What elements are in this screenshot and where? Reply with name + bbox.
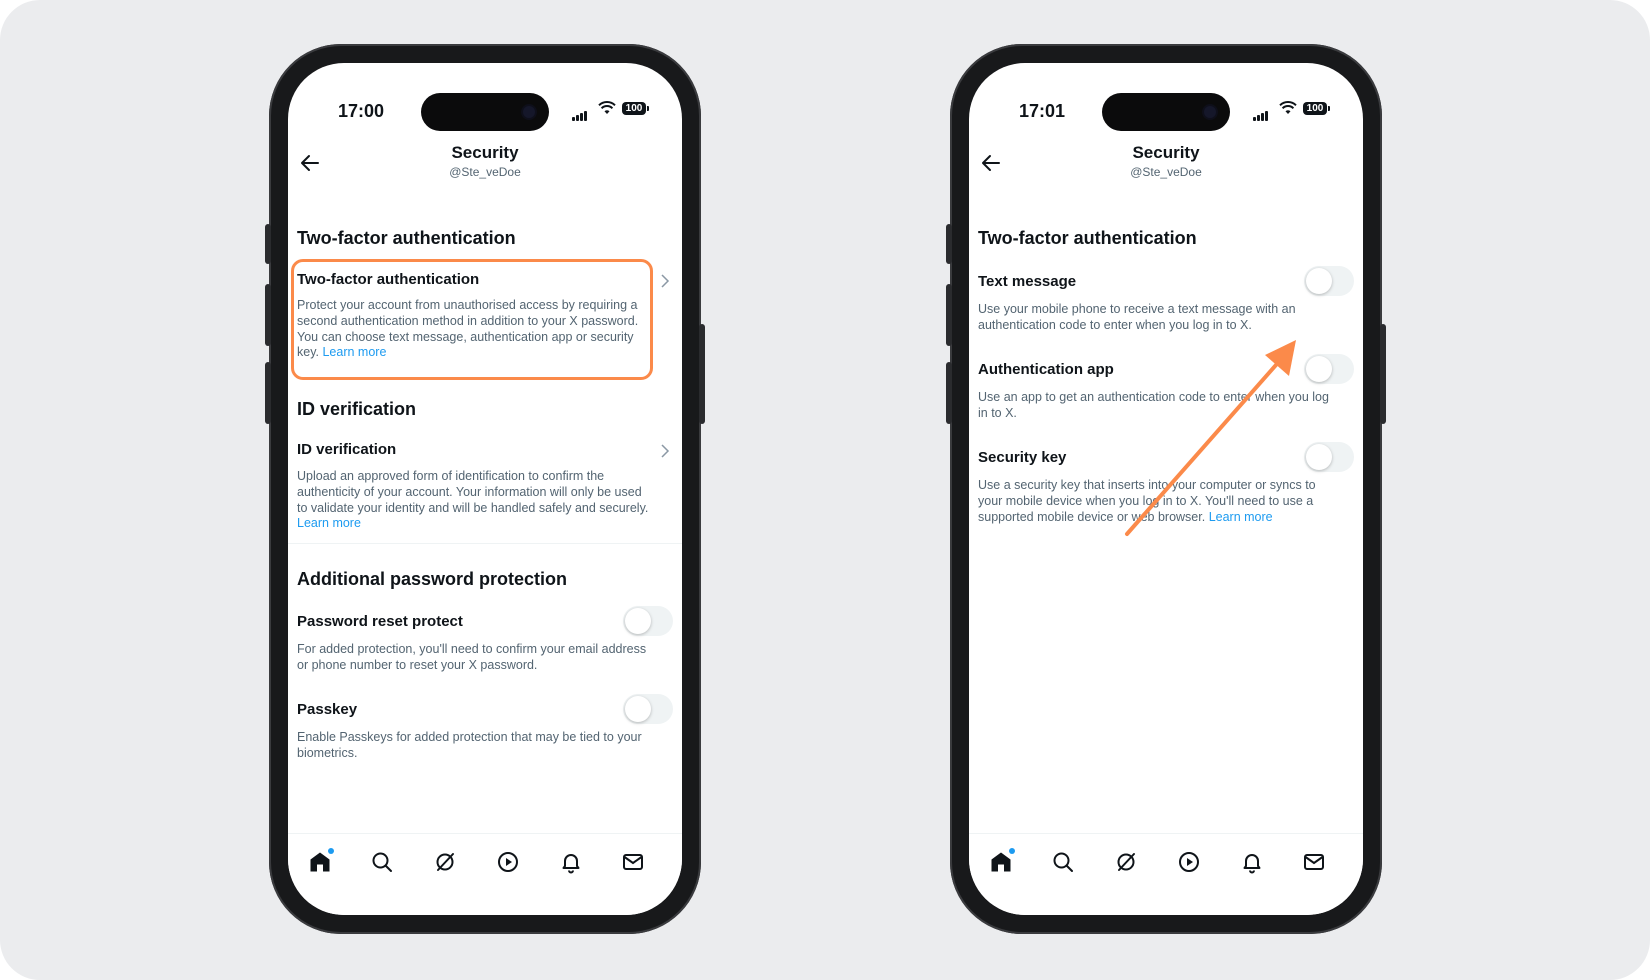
wifi-icon — [598, 101, 616, 114]
search-icon[interactable] — [1049, 848, 1077, 876]
passkey-description: Enable Passkeys for added protection tha… — [297, 730, 642, 760]
authentication-app-toggle[interactable] — [1304, 354, 1354, 384]
account-handle: @Ste_veDoe — [1130, 165, 1202, 179]
bottom-tab-bar — [288, 833, 682, 915]
id-verification-item-title: ID verification — [297, 441, 397, 458]
chevron-right-icon — [661, 274, 670, 288]
page-header: Security @Ste_veDoe — [288, 141, 682, 191]
messages-icon[interactable] — [619, 848, 647, 876]
video-icon[interactable] — [494, 848, 522, 876]
signal-icon — [1253, 103, 1269, 121]
chevron-right-icon — [661, 444, 670, 458]
messages-icon[interactable] — [1300, 848, 1328, 876]
annotation-highlight-box — [291, 259, 653, 380]
home-icon[interactable] — [987, 848, 1015, 876]
notifications-icon[interactable] — [1238, 848, 1266, 876]
screen-right: 17:01 100 Security @Ste_veDoe Two-factor… — [969, 63, 1363, 915]
signal-icon — [572, 103, 588, 121]
section-heading-password-protection: Additional password protection — [297, 569, 568, 589]
wifi-icon — [1279, 101, 1297, 114]
account-handle: @Ste_veDoe — [449, 165, 521, 179]
password-reset-protect-description: For added protection, you'll need to con… — [297, 642, 647, 672]
learn-more-link[interactable]: Learn more — [297, 516, 361, 530]
text-message-toggle[interactable] — [1304, 266, 1354, 296]
text-message-title: Text message — [978, 273, 1077, 290]
dynamic-island — [1102, 93, 1230, 131]
annotation-arrow — [1125, 340, 1296, 536]
page-title: Security — [451, 143, 519, 162]
phone-frame-left: 17:00 100 Security @Ste_veDoe Two-factor… — [265, 44, 705, 934]
security-key-title: Security key — [978, 449, 1067, 466]
page-header: Security @Ste_veDoe — [969, 141, 1363, 191]
status-bar: 17:00 100 — [288, 63, 682, 131]
video-icon[interactable] — [1175, 848, 1203, 876]
password-reset-protect-toggle[interactable] — [623, 606, 673, 636]
status-time: 17:00 — [338, 101, 385, 121]
id-verification-item-description: Upload an approved form of identificatio… — [297, 469, 649, 531]
status-time: 17:01 — [1019, 101, 1066, 121]
grok-icon[interactable] — [431, 848, 459, 876]
bottom-tab-bar — [969, 833, 1363, 915]
battery-icon: 100 — [622, 102, 649, 115]
passkey-toggle[interactable] — [623, 694, 673, 724]
page-title: Security — [1132, 143, 1200, 162]
text-message-description: Use your mobile phone to receive a text … — [978, 302, 1296, 332]
security-key-toggle[interactable] — [1304, 442, 1354, 472]
background-canvas: 17:00 100 Security @Ste_veDoe Two-factor… — [0, 0, 1650, 980]
screen-left: 17:00 100 Security @Ste_veDoe Two-factor… — [288, 63, 682, 915]
grok-icon[interactable] — [1112, 848, 1140, 876]
section-heading-two-factor: Two-factor authentication — [978, 228, 1197, 248]
notifications-icon[interactable] — [557, 848, 585, 876]
section-heading-two-factor: Two-factor authentication — [297, 228, 516, 248]
learn-more-link[interactable]: Learn more — [1209, 510, 1273, 524]
section-heading-id-verification: ID verification — [297, 399, 417, 419]
security-key-description: Use a security key that inserts into you… — [978, 478, 1316, 524]
password-reset-protect-title: Password reset protect — [297, 613, 463, 630]
section-divider — [288, 543, 682, 544]
authentication-app-title: Authentication app — [978, 361, 1114, 378]
passkey-title: Passkey — [297, 701, 358, 718]
phone-frame-right: 17:01 100 Security @Ste_veDoe Two-factor… — [946, 44, 1386, 934]
search-icon[interactable] — [368, 848, 396, 876]
battery-icon: 100 — [1303, 102, 1330, 115]
dynamic-island — [421, 93, 549, 131]
authentication-app-description: Use an app to get an authentication code… — [978, 390, 1329, 420]
home-icon[interactable] — [306, 848, 334, 876]
status-bar: 17:01 100 — [969, 63, 1363, 131]
